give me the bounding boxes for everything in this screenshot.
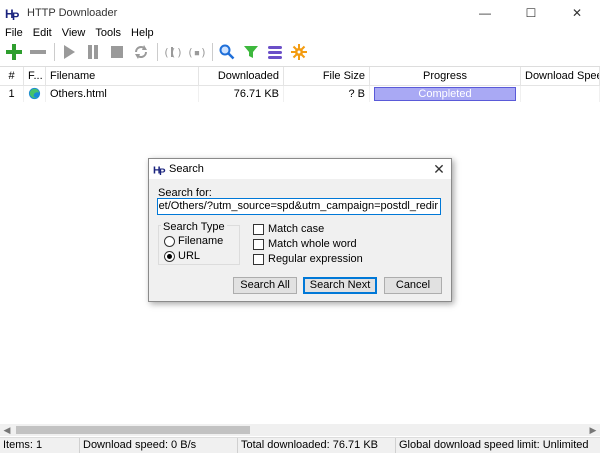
status-total-downloaded: Total downloaded: 76.71 KB (238, 438, 396, 453)
scroll-left-arrow-icon[interactable]: ◀ (0, 424, 14, 436)
minimize-button[interactable]: — (462, 0, 508, 26)
column-header-filename[interactable]: Filename (46, 67, 199, 86)
table-header: # F... Filename Downloaded File Size Pro… (0, 67, 600, 86)
status-bar: Items: 1 Download speed: 0 B/s Total dow… (0, 437, 600, 453)
stop-button[interactable] (106, 41, 128, 63)
svg-text:P: P (159, 167, 166, 176)
radio-filename[interactable] (164, 235, 175, 247)
match-whole-word-option[interactable]: Match whole word (253, 238, 357, 250)
remove-download-button[interactable] (27, 41, 49, 63)
search-all-button[interactable]: Search All (233, 277, 297, 294)
stop-icon (111, 46, 123, 58)
queue-down-button[interactable]: (▪) (185, 41, 207, 63)
app-logo-icon: H P (5, 7, 19, 21)
queue-up-icon: (() (163, 46, 181, 59)
file-type-cell (24, 86, 46, 102)
options-button[interactable] (288, 41, 310, 63)
svg-text:P: P (12, 11, 19, 21)
queue-icon (268, 46, 282, 59)
search-type-legend: Search Type (161, 221, 227, 233)
match-whole-word-checkbox[interactable] (253, 238, 264, 250)
toolbar-separator (212, 43, 213, 61)
radio-url-label: URL (178, 250, 201, 262)
svg-text:(▪): (▪) (187, 46, 205, 59)
menu-view[interactable]: View (57, 26, 91, 40)
match-case-option[interactable]: Match case (253, 223, 324, 235)
options-icon (291, 44, 307, 60)
window-title: HTTP Downloader (27, 7, 118, 19)
match-case-label: Match case (268, 223, 325, 235)
horizontal-scrollbar[interactable]: ◀ ▶ (0, 424, 600, 436)
menu-file[interactable]: File (0, 26, 28, 40)
dialog-title: Search (169, 163, 204, 175)
match-whole-word-label: Match whole word (268, 238, 357, 250)
menu-tools[interactable]: Tools (90, 26, 126, 40)
status-items: Items: 1 (0, 438, 80, 453)
search-button[interactable] (216, 41, 238, 63)
match-case-checkbox[interactable] (253, 223, 264, 235)
radio-filename-option[interactable]: Filename (164, 235, 223, 247)
queue-down-icon: (▪) (187, 46, 205, 59)
restart-button[interactable] (130, 41, 152, 63)
progress-bar: Completed (374, 87, 516, 101)
column-header-file-size[interactable]: File Size (284, 67, 370, 86)
add-download-button[interactable] (3, 41, 25, 63)
remove-icon (30, 50, 46, 54)
radio-url[interactable] (164, 250, 175, 262)
app-logo-icon: H P (153, 164, 166, 176)
pause-icon (88, 45, 98, 59)
download-speed-cell (521, 86, 600, 102)
menu-help[interactable]: Help (126, 26, 159, 40)
search-dialog: H P Search ✕ Search for: \RE/Internet/Ot… (148, 158, 452, 302)
menu-edit[interactable]: Edit (28, 26, 57, 40)
menu-bar: File Edit View Tools Help (0, 26, 600, 40)
filter-icon (244, 46, 258, 58)
scroll-right-arrow-icon[interactable]: ▶ (586, 424, 600, 436)
start-icon (64, 45, 75, 59)
filter-button[interactable] (240, 41, 262, 63)
start-button[interactable] (58, 41, 80, 63)
cancel-button[interactable]: Cancel (384, 277, 442, 294)
add-icon (6, 44, 22, 60)
column-header-downloaded[interactable]: Downloaded (199, 67, 284, 86)
filename-cell: Others.html (46, 86, 199, 102)
row-number: 1 (0, 86, 24, 102)
dialog-close-button[interactable]: ✕ (429, 160, 449, 178)
regular-expression-option[interactable]: Regular expression (253, 253, 363, 265)
toolbar: (() (▪) (0, 40, 600, 64)
search-icon (219, 44, 235, 60)
column-header-number[interactable]: # (0, 67, 24, 86)
column-header-icon[interactable]: F... (24, 67, 46, 86)
search-next-button[interactable]: Search Next (303, 277, 377, 294)
search-input-value: \RE/Internet/Others/?utm_source=spd&utm_… (158, 200, 438, 212)
restart-icon (135, 45, 147, 59)
table-row[interactable]: 1 Others.html 76.71 KB ? B Completed (0, 86, 600, 102)
dialog-title-bar: H P Search ✕ (149, 159, 451, 179)
column-header-progress[interactable]: Progress (370, 67, 521, 86)
search-input[interactable]: \RE/Internet/Others/?utm_source=spd&utm_… (157, 198, 441, 215)
queue-up-button[interactable]: (() (161, 41, 183, 63)
maximize-button[interactable]: ☐ (508, 0, 554, 26)
scrollbar-thumb[interactable] (16, 426, 250, 434)
toolbar-separator (54, 43, 55, 61)
toolbar-separator (157, 43, 158, 61)
regular-expression-checkbox[interactable] (253, 253, 264, 265)
status-speed-limit: Global download speed limit: Unlimited (399, 439, 589, 451)
status-download-speed: Download speed: 0 B/s (80, 438, 238, 453)
downloaded-cell: 76.71 KB (199, 86, 284, 102)
pause-button[interactable] (82, 41, 104, 63)
file-size-cell: ? B (284, 86, 370, 102)
title-bar: H P HTTP Downloader — ☐ ✕ (0, 0, 600, 26)
regular-expression-label: Regular expression (268, 253, 363, 265)
radio-url-option[interactable]: URL (164, 250, 200, 262)
radio-filename-label: Filename (178, 235, 224, 247)
close-window-button[interactable]: ✕ (554, 0, 600, 26)
app-window: H P HTTP Downloader — ☐ ✕ File Edit View… (0, 0, 600, 453)
edge-browser-icon (28, 87, 41, 100)
progress-cell: Completed (370, 86, 521, 102)
column-header-download-speed[interactable]: Download Speed (521, 67, 600, 86)
queue-button[interactable] (264, 41, 286, 63)
